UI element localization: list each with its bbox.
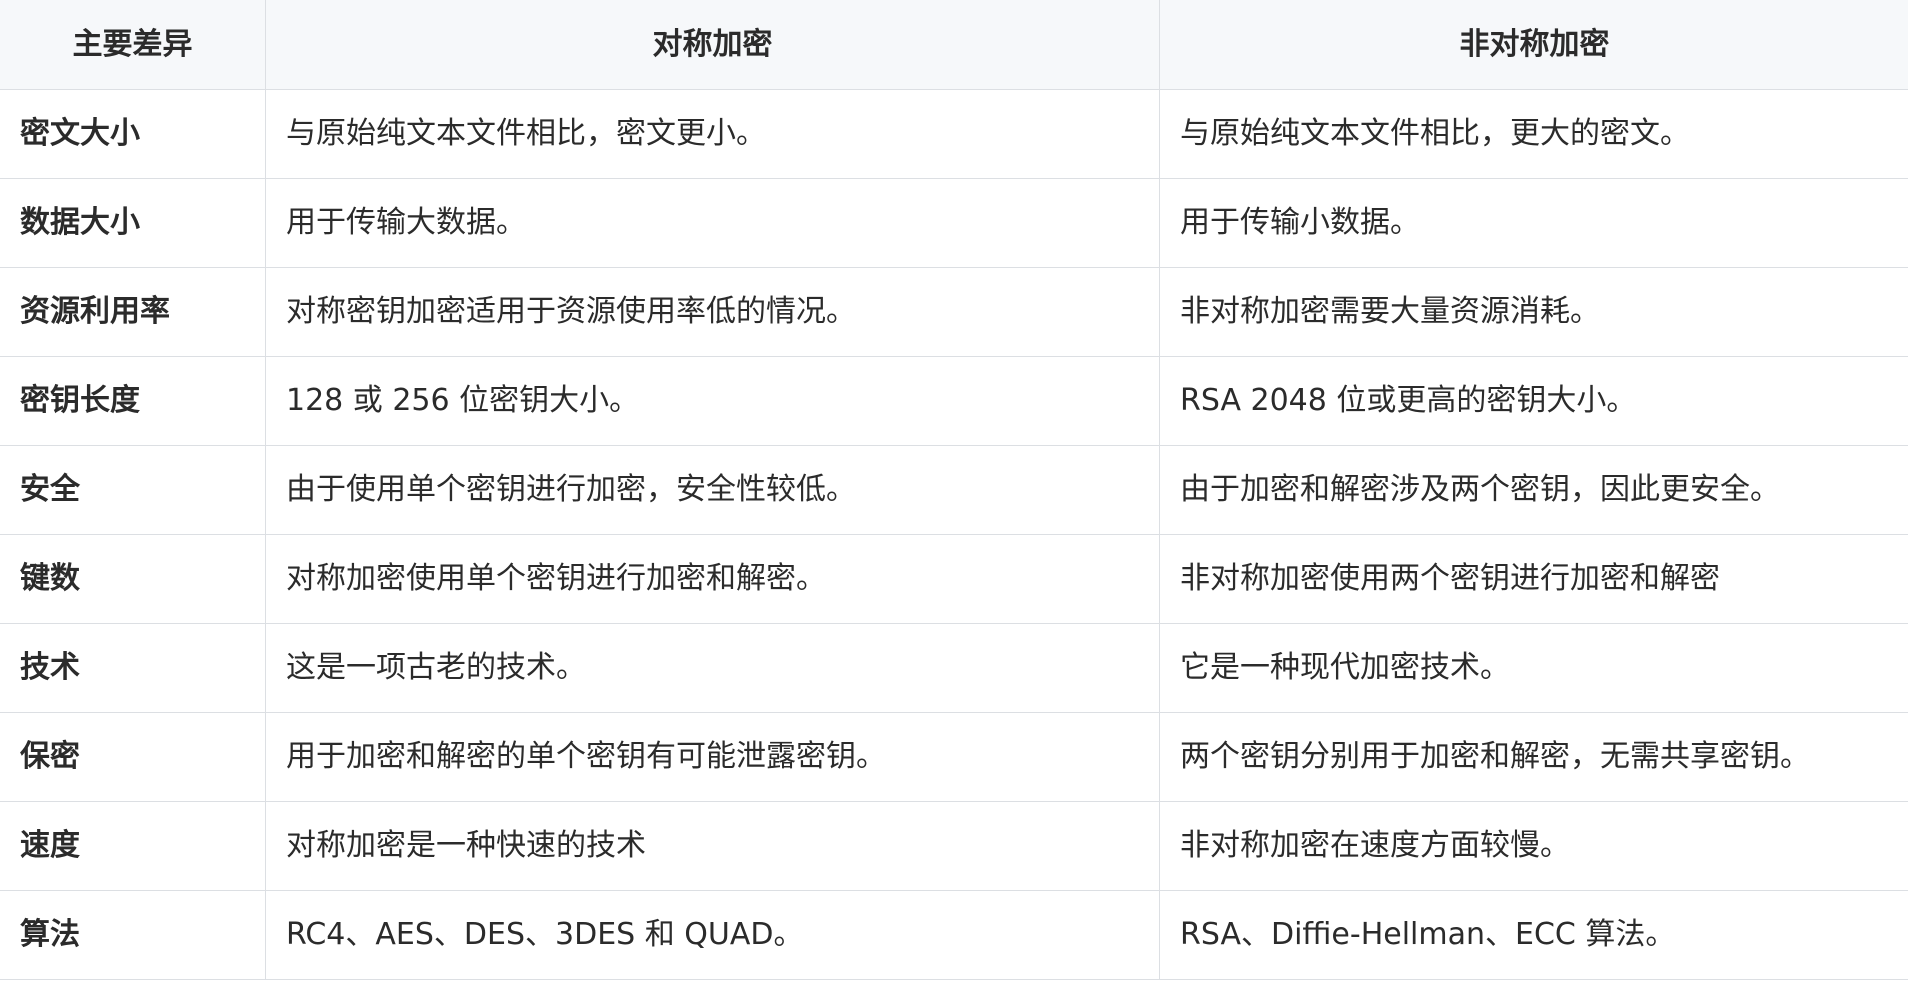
asymmetric-cell: 与原始纯文本文件相比，更大的密文。 [1159, 89, 1908, 179]
table-row: 键数 对称加密使用单个密钥进行加密和解密。 非对称加密使用两个密钥进行加密和解密 [0, 534, 1908, 624]
table-header: 主要差异 对称加密 非对称加密 [0, 0, 1908, 90]
row-label: 技术 [0, 623, 266, 713]
row-label: 键数 [0, 534, 266, 624]
header-main-difference: 主要差异 [0, 0, 266, 90]
symmetric-cell: 用于传输大数据。 [265, 178, 1160, 268]
symmetric-cell: 用于加密和解密的单个密钥有可能泄露密钥。 [265, 712, 1160, 802]
symmetric-cell: 对称密钥加密适用于资源使用率低的情况。 [265, 267, 1160, 357]
asymmetric-cell: 由于加密和解密涉及两个密钥，因此更安全。 [1159, 445, 1908, 535]
row-label: 密钥长度 [0, 356, 266, 446]
row-label: 速度 [0, 801, 266, 891]
comparison-table-container: 主要差异 对称加密 非对称加密 密文大小 与原始纯文本文件相比，密文更小。 与原… [0, 0, 1908, 986]
row-label: 数据大小 [0, 178, 266, 268]
asymmetric-cell: 非对称加密需要大量资源消耗。 [1159, 267, 1908, 357]
asymmetric-cell: 非对称加密使用两个密钥进行加密和解密 [1159, 534, 1908, 624]
asymmetric-cell: 非对称加密在速度方面较慢。 [1159, 801, 1908, 891]
table-row: 资源利用率 对称密钥加密适用于资源使用率低的情况。 非对称加密需要大量资源消耗。 [0, 267, 1908, 357]
symmetric-cell: RC4、AES、DES、3DES 和 QUAD。 [265, 890, 1160, 980]
table-row: 密钥长度 128 或 256 位密钥大小。 RSA 2048 位或更高的密钥大小… [0, 356, 1908, 446]
row-label: 密文大小 [0, 89, 266, 179]
row-label: 算法 [0, 890, 266, 980]
table-body: 密文大小 与原始纯文本文件相比，密文更小。 与原始纯文本文件相比，更大的密文。 … [0, 89, 1908, 980]
symmetric-cell: 与原始纯文本文件相比，密文更小。 [265, 89, 1160, 179]
header-row: 主要差异 对称加密 非对称加密 [0, 0, 1908, 90]
asymmetric-cell: 用于传输小数据。 [1159, 178, 1908, 268]
table-row: 技术 这是一项古老的技术。 它是一种现代加密技术。 [0, 623, 1908, 713]
table-row: 保密 用于加密和解密的单个密钥有可能泄露密钥。 两个密钥分别用于加密和解密，无需… [0, 712, 1908, 802]
table-row: 安全 由于使用单个密钥进行加密，安全性较低。 由于加密和解密涉及两个密钥，因此更… [0, 445, 1908, 535]
row-label: 安全 [0, 445, 266, 535]
symmetric-cell: 对称加密是一种快速的技术 [265, 801, 1160, 891]
asymmetric-cell: 它是一种现代加密技术。 [1159, 623, 1908, 713]
row-label: 资源利用率 [0, 267, 266, 357]
table-row: 算法 RC4、AES、DES、3DES 和 QUAD。 RSA、Diffie-H… [0, 890, 1908, 980]
table-row: 数据大小 用于传输大数据。 用于传输小数据。 [0, 178, 1908, 268]
table-row: 密文大小 与原始纯文本文件相比，密文更小。 与原始纯文本文件相比，更大的密文。 [0, 89, 1908, 179]
header-asymmetric-encryption: 非对称加密 [1159, 0, 1908, 90]
header-symmetric-encryption: 对称加密 [265, 0, 1160, 90]
symmetric-cell: 对称加密使用单个密钥进行加密和解密。 [265, 534, 1160, 624]
symmetric-cell: 这是一项古老的技术。 [265, 623, 1160, 713]
row-label: 保密 [0, 712, 266, 802]
asymmetric-cell: 两个密钥分别用于加密和解密，无需共享密钥。 [1159, 712, 1908, 802]
comparison-table: 主要差异 对称加密 非对称加密 密文大小 与原始纯文本文件相比，密文更小。 与原… [0, 0, 1908, 980]
symmetric-cell: 由于使用单个密钥进行加密，安全性较低。 [265, 445, 1160, 535]
asymmetric-cell: RSA、Diffie-Hellman、ECC 算法。 [1159, 890, 1908, 980]
table-row: 速度 对称加密是一种快速的技术 非对称加密在速度方面较慢。 [0, 801, 1908, 891]
asymmetric-cell: RSA 2048 位或更高的密钥大小。 [1159, 356, 1908, 446]
symmetric-cell: 128 或 256 位密钥大小。 [265, 356, 1160, 446]
